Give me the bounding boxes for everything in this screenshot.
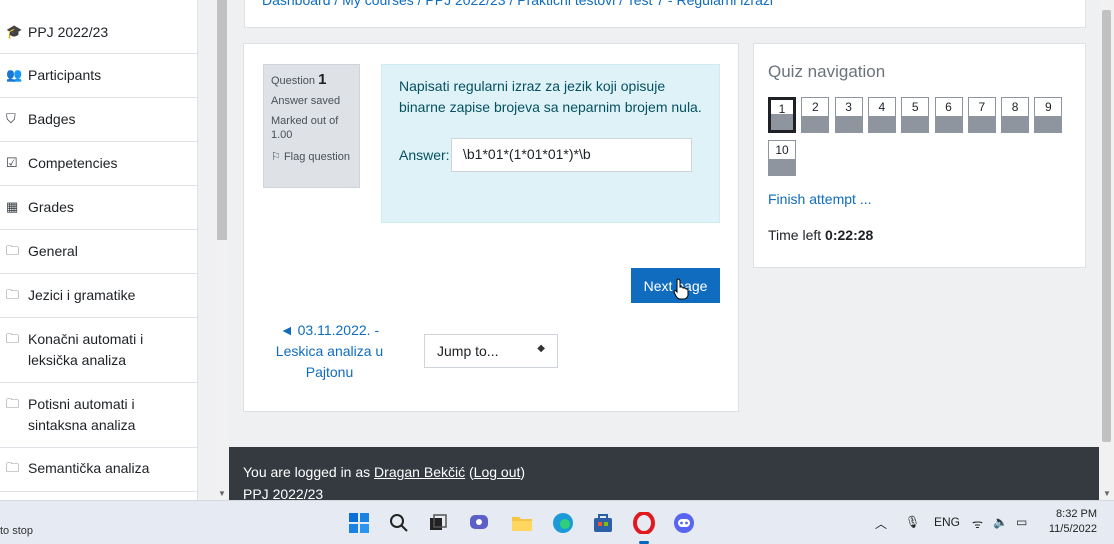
- windows-start-icon[interactable]: [347, 511, 371, 535]
- file-explorer-icon[interactable]: [510, 511, 534, 535]
- discord-icon[interactable]: [672, 511, 696, 535]
- page-footer: You are logged in as Dragan Bekčić (Log …: [229, 447, 1099, 502]
- flag-icon: ⚐: [271, 151, 281, 163]
- opera-browser-icon[interactable]: [632, 511, 656, 535]
- store-icon[interactable]: [591, 511, 615, 535]
- time-left: Time left 0:22:28: [768, 227, 874, 243]
- quiz-nav-state-bar: [835, 116, 862, 132]
- quiz-nav-button-number: 9: [1045, 100, 1052, 114]
- jump-to-select[interactable]: Jump to... ◆: [424, 334, 558, 368]
- quiz-nav-button-number: 6: [945, 100, 952, 114]
- login-info: You are logged in as Dragan Bekčić (Log …: [243, 464, 526, 480]
- wifi-icon[interactable]: ᯤ: [972, 515, 983, 532]
- sidebar-item-semanticka[interactable]: 🗀 Semantička analiza: [0, 448, 197, 492]
- question-number: Question 1: [271, 71, 327, 88]
- edge-browser-icon[interactable]: [551, 511, 575, 535]
- previous-activity-link[interactable]: ◄ 03.11.2022. - Leskica analiza u Pajton…: [272, 320, 387, 383]
- volume-icon[interactable]: 🔈: [993, 515, 1008, 529]
- question-marks: Marked out of 1.00: [271, 115, 339, 141]
- sidebar-item-competencies[interactable]: ☑ Competencies: [0, 142, 197, 186]
- page-scrollbar[interactable]: ▼: [1099, 0, 1114, 500]
- quiz-nav-state-bar: [769, 159, 795, 175]
- breadcrumb[interactable]: Dashboard / My courses / PPJ 2022/23 / P…: [262, 0, 773, 8]
- quiz-nav-button-number: 5: [911, 100, 919, 114]
- folder-icon: 🗀: [6, 243, 20, 258]
- sidebar-item-course[interactable]: 🎓 PPJ 2022/23: [0, 10, 197, 54]
- table-icon: ▦: [6, 199, 19, 214]
- quiz-navigation-title: Quiz navigation: [768, 62, 886, 81]
- scroll-down-arrow-icon[interactable]: ▼: [1103, 489, 1111, 498]
- windows-taskbar: to stop ︿ 🎙 ENG ᯤ 🔈 ▭ 8:32 PM 11/5/2022: [0, 500, 1114, 544]
- quiz-nav-state-bar: [868, 116, 895, 132]
- sidebar-item-general[interactable]: 🗀 General: [0, 230, 197, 274]
- quiz-nav-button-3[interactable]: 3: [834, 97, 863, 133]
- quiz-nav-button-number: 3: [845, 100, 852, 114]
- quiz-nav-state-bar: [935, 116, 962, 132]
- sidebar-item-grades[interactable]: ▦ Grades: [0, 186, 197, 230]
- quiz-nav-button-7[interactable]: 7: [967, 97, 996, 133]
- user-profile-link[interactable]: Dragan Bekčić: [374, 464, 465, 480]
- quiz-nav-button-1[interactable]: 1: [768, 97, 796, 133]
- language-indicator[interactable]: ENG: [934, 515, 960, 529]
- quiz-nav-button-2[interactable]: 2: [801, 97, 830, 133]
- sidebar-item-konacni[interactable]: 🗀 Konačni automati i leksička analiza: [0, 318, 197, 383]
- sidebar-item-participants[interactable]: 👥 Participants: [0, 54, 197, 98]
- search-icon[interactable]: [387, 511, 411, 535]
- quiz-nav-button-number: 2: [811, 100, 819, 114]
- sidebar-item-jezici[interactable]: 🗀 Jezici i gramatike: [0, 274, 197, 318]
- logout-link[interactable]: Log out: [474, 464, 521, 480]
- checkbox-icon: ☑: [6, 155, 18, 170]
- question-text: Napisati regularni izraz za jezik koji o…: [399, 78, 702, 115]
- sidebar-item-potisni[interactable]: 🗀 Potisni automati i sintaksna analiza: [0, 383, 197, 448]
- quiz-nav-button-4[interactable]: 4: [867, 97, 896, 133]
- users-icon: 👥: [6, 67, 23, 82]
- chevron-up-icon[interactable]: ︿: [875, 515, 887, 532]
- quiz-nav-button-number: 8: [1011, 100, 1019, 114]
- hand-cursor-icon: [673, 278, 689, 300]
- quiz-nav-button-number: 10: [775, 143, 789, 157]
- quiz-nav-button-10[interactable]: 10: [768, 140, 796, 176]
- status-text: to stop: [0, 525, 34, 537]
- quiz-nav-button-8[interactable]: 8: [1001, 97, 1030, 133]
- select-caret-icon: ◆: [537, 343, 545, 354]
- quiz-nav-button-9[interactable]: 9: [1034, 97, 1063, 133]
- chat-icon[interactable]: [468, 511, 492, 535]
- sidebar-scroll-thumb[interactable]: [217, 0, 227, 240]
- folder-icon: 🗀: [6, 287, 20, 302]
- quiz-nav-button-number: 7: [978, 100, 986, 114]
- folder-icon: 🗀: [6, 460, 20, 475]
- sidebar-item-badges[interactable]: ⛉ Badges: [0, 98, 197, 142]
- course-sidebar: 🎓 PPJ 2022/23 👥 Participants ⛉ Badges ☑ Comp…: [0, 0, 198, 500]
- quiz-nav-state-bar: [802, 116, 829, 132]
- scroll-down-arrow-icon[interactable]: ▼: [218, 489, 226, 498]
- task-view-icon[interactable]: [426, 511, 450, 535]
- quiz-nav-state-bar: [1035, 116, 1062, 132]
- quiz-nav-state-bar: [968, 116, 995, 132]
- battery-icon[interactable]: ▭: [1016, 515, 1027, 529]
- quiz-nav-button-5[interactable]: 5: [901, 97, 930, 133]
- answer-input[interactable]: \b1*01*(1*01*01*)*\b: [451, 138, 692, 172]
- question-info: Question 1 Answer saved Marked out of 1.…: [263, 64, 360, 188]
- quiz-nav-button-6[interactable]: 6: [934, 97, 963, 133]
- system-clock[interactable]: 8:32 PM 11/5/2022: [1047, 507, 1097, 537]
- folder-icon: 🗀: [6, 396, 20, 411]
- quiz-nav-state-bar: [1002, 116, 1029, 132]
- folder-icon: 🗀: [6, 331, 20, 346]
- question-status: Answer saved: [271, 95, 341, 107]
- quiz-nav-button-number: 4: [878, 100, 886, 114]
- shield-icon: ⛉: [6, 111, 16, 126]
- quiz-nav-state-bar: [771, 114, 793, 130]
- microphone-icon[interactable]: 🎙: [905, 515, 920, 529]
- sidebar-scrollbar[interactable]: ▼: [215, 0, 229, 500]
- page-scroll-thumb[interactable]: [1102, 10, 1111, 442]
- graduation-cap-icon: 🎓: [6, 24, 23, 39]
- flag-question-link[interactable]: ⚐ Flag question: [271, 150, 352, 163]
- quiz-nav-state-bar: [902, 116, 929, 132]
- finish-attempt-link[interactable]: Finish attempt ...: [768, 191, 871, 207]
- answer-label: Answer:: [399, 147, 450, 163]
